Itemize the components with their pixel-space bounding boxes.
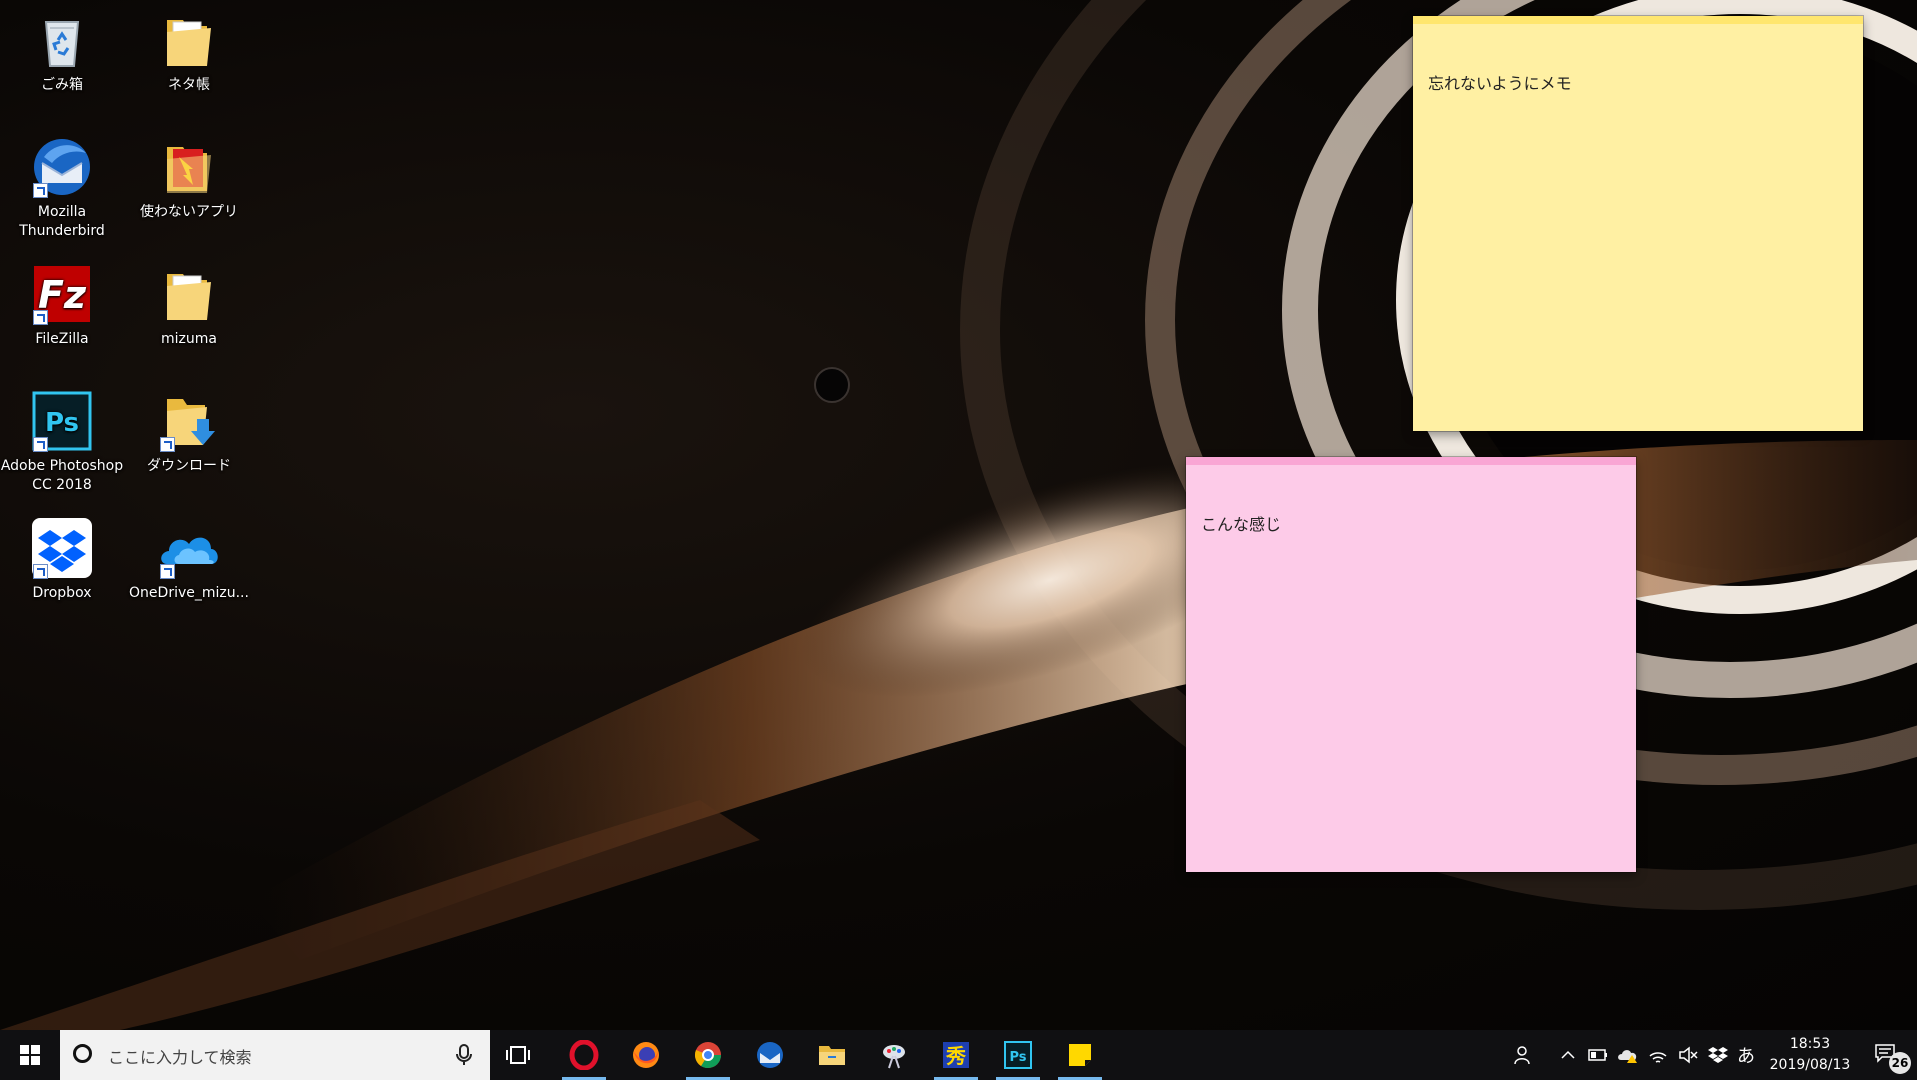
desktop-icon-photoshop[interactable]: Ps Adobe Photoshop CC 2018 (0, 381, 124, 495)
cortana-icon (73, 1044, 92, 1063)
desktop-icon-mizuma[interactable]: mizuma (127, 254, 251, 349)
microphone-icon[interactable] (452, 1043, 476, 1067)
clock-date: 2019/08/13 (1769, 1057, 1851, 1073)
downloads-folder-icon (157, 389, 221, 453)
taskbar: ここに入力して検索 秀 Ps あ 18:53 2019/08/13 26 (0, 1030, 1917, 1080)
hidemaru-editor-icon: 秀 (943, 1042, 969, 1068)
sticky-note-text[interactable]: 忘れないようにメモ (1413, 24, 1863, 94)
onedrive-icon (157, 516, 221, 580)
sticky-note-text[interactable]: こんな感じ (1186, 465, 1636, 535)
show-hidden-icons-chevron-icon[interactable] (1556, 1043, 1580, 1067)
desktop-icon-label: Dropbox (32, 585, 92, 601)
shortcut-arrow-icon (33, 183, 48, 198)
folder-icon (819, 1046, 845, 1065)
taskbar-app-sticky-notes[interactable] (1052, 1030, 1108, 1080)
desktop-icon-unused-apps[interactable]: 使わないアプリ (127, 127, 251, 222)
windows-logo-icon (20, 1045, 40, 1065)
start-button[interactable] (0, 1030, 60, 1080)
clock-time: 18:53 (1789, 1036, 1831, 1052)
desktop-icon-label: Adobe Photoshop CC 2018 (0, 458, 124, 493)
sticky-note-yellow[interactable]: 忘れないようにメモ (1413, 16, 1863, 431)
desktop-icon-dropbox[interactable]: Dropbox (0, 508, 124, 603)
wifi-icon[interactable] (1646, 1043, 1670, 1067)
desktop-icon-label: mizuma (161, 331, 217, 347)
thunderbird-icon (757, 1042, 783, 1068)
desktop-icon-label: ごみ箱 (41, 77, 83, 93)
desktop-icon-onedrive[interactable]: OneDrive_mizu... (127, 508, 251, 603)
svg-text:Ps: Ps (45, 408, 79, 438)
taskbar-app-chrome[interactable] (680, 1030, 736, 1080)
recycle-bin-icon (30, 8, 94, 72)
desktop-icon-label: 使わないアプリ (140, 204, 238, 220)
desktop-icon-downloads[interactable]: ダウンロード (127, 381, 251, 476)
opera-icon (569, 1040, 599, 1070)
sticky-note-title-bar[interactable] (1186, 457, 1636, 465)
photoshop-icon: Ps (30, 389, 94, 453)
photoshop-icon: Ps (1004, 1041, 1032, 1069)
volume-muted-icon[interactable] (1676, 1043, 1700, 1067)
folder-icon (157, 135, 221, 199)
paint-palette-icon (883, 1045, 905, 1069)
action-center-button[interactable]: 26 (1862, 1030, 1917, 1080)
task-view-icon[interactable] (505, 1042, 531, 1068)
search-placeholder: ここに入力して検索 (108, 1048, 252, 1067)
taskbar-app-photoshop[interactable]: Ps (990, 1030, 1046, 1080)
search-box[interactable]: ここに入力して検索 (60, 1030, 490, 1080)
folder-icon (157, 8, 221, 72)
sticky-note-pink[interactable]: こんな感じ (1186, 457, 1636, 872)
folder-icon (157, 262, 221, 326)
svg-text:Ps: Ps (1009, 1050, 1026, 1065)
desktop-icon-label: OneDrive_mizu... (129, 585, 249, 601)
onedrive-warning-icon[interactable] (1616, 1043, 1640, 1067)
people-icon[interactable] (1512, 1043, 1536, 1067)
taskbar-app-thunderbird[interactable] (742, 1030, 798, 1080)
desktop-icon-filezilla[interactable]: Fz FileZilla (0, 254, 124, 349)
desktop-icon-label: ネタ帳 (168, 77, 210, 93)
clock[interactable]: 18:53 2019/08/13 (1760, 1034, 1860, 1076)
firefox-icon (633, 1042, 659, 1068)
desktop-icon-label: ダウンロード (147, 458, 231, 474)
desktop-icon-netacho[interactable]: ネタ帳 (127, 0, 251, 95)
thunderbird-icon (30, 135, 94, 199)
desktop-icon-label: FileZilla (35, 331, 89, 347)
shortcut-arrow-icon (33, 437, 48, 452)
taskbar-app-file-explorer[interactable] (804, 1030, 860, 1080)
taskbar-app-hidemaru[interactable]: 秀 (928, 1030, 984, 1080)
shortcut-arrow-icon (33, 310, 48, 325)
desktop-icon-recycle-bin[interactable]: ごみ箱 (0, 0, 124, 95)
battery-icon[interactable] (1586, 1043, 1610, 1067)
shortcut-arrow-icon (160, 437, 175, 452)
ime-mode-indicator[interactable]: あ (1734, 1043, 1758, 1067)
svg-text:秀: 秀 (945, 1044, 966, 1068)
filezilla-icon: Fz (30, 262, 94, 326)
chrome-icon (694, 1042, 722, 1069)
dropbox-tray-icon[interactable] (1706, 1043, 1730, 1067)
sticky-note-title-bar[interactable] (1413, 16, 1863, 24)
sticky-notes-icon (1069, 1044, 1091, 1066)
dropbox-icon (30, 516, 94, 580)
taskbar-app-opera[interactable] (556, 1030, 612, 1080)
shortcut-arrow-icon (160, 564, 175, 579)
notification-count-badge: 26 (1889, 1052, 1911, 1074)
desktop-icon-thunderbird[interactable]: Mozilla Thunderbird (0, 127, 124, 241)
taskbar-app-paint[interactable] (866, 1030, 922, 1080)
shortcut-arrow-icon (33, 564, 48, 579)
desktop-icon-label: Mozilla Thunderbird (19, 204, 105, 239)
taskbar-app-firefox[interactable] (618, 1030, 674, 1080)
